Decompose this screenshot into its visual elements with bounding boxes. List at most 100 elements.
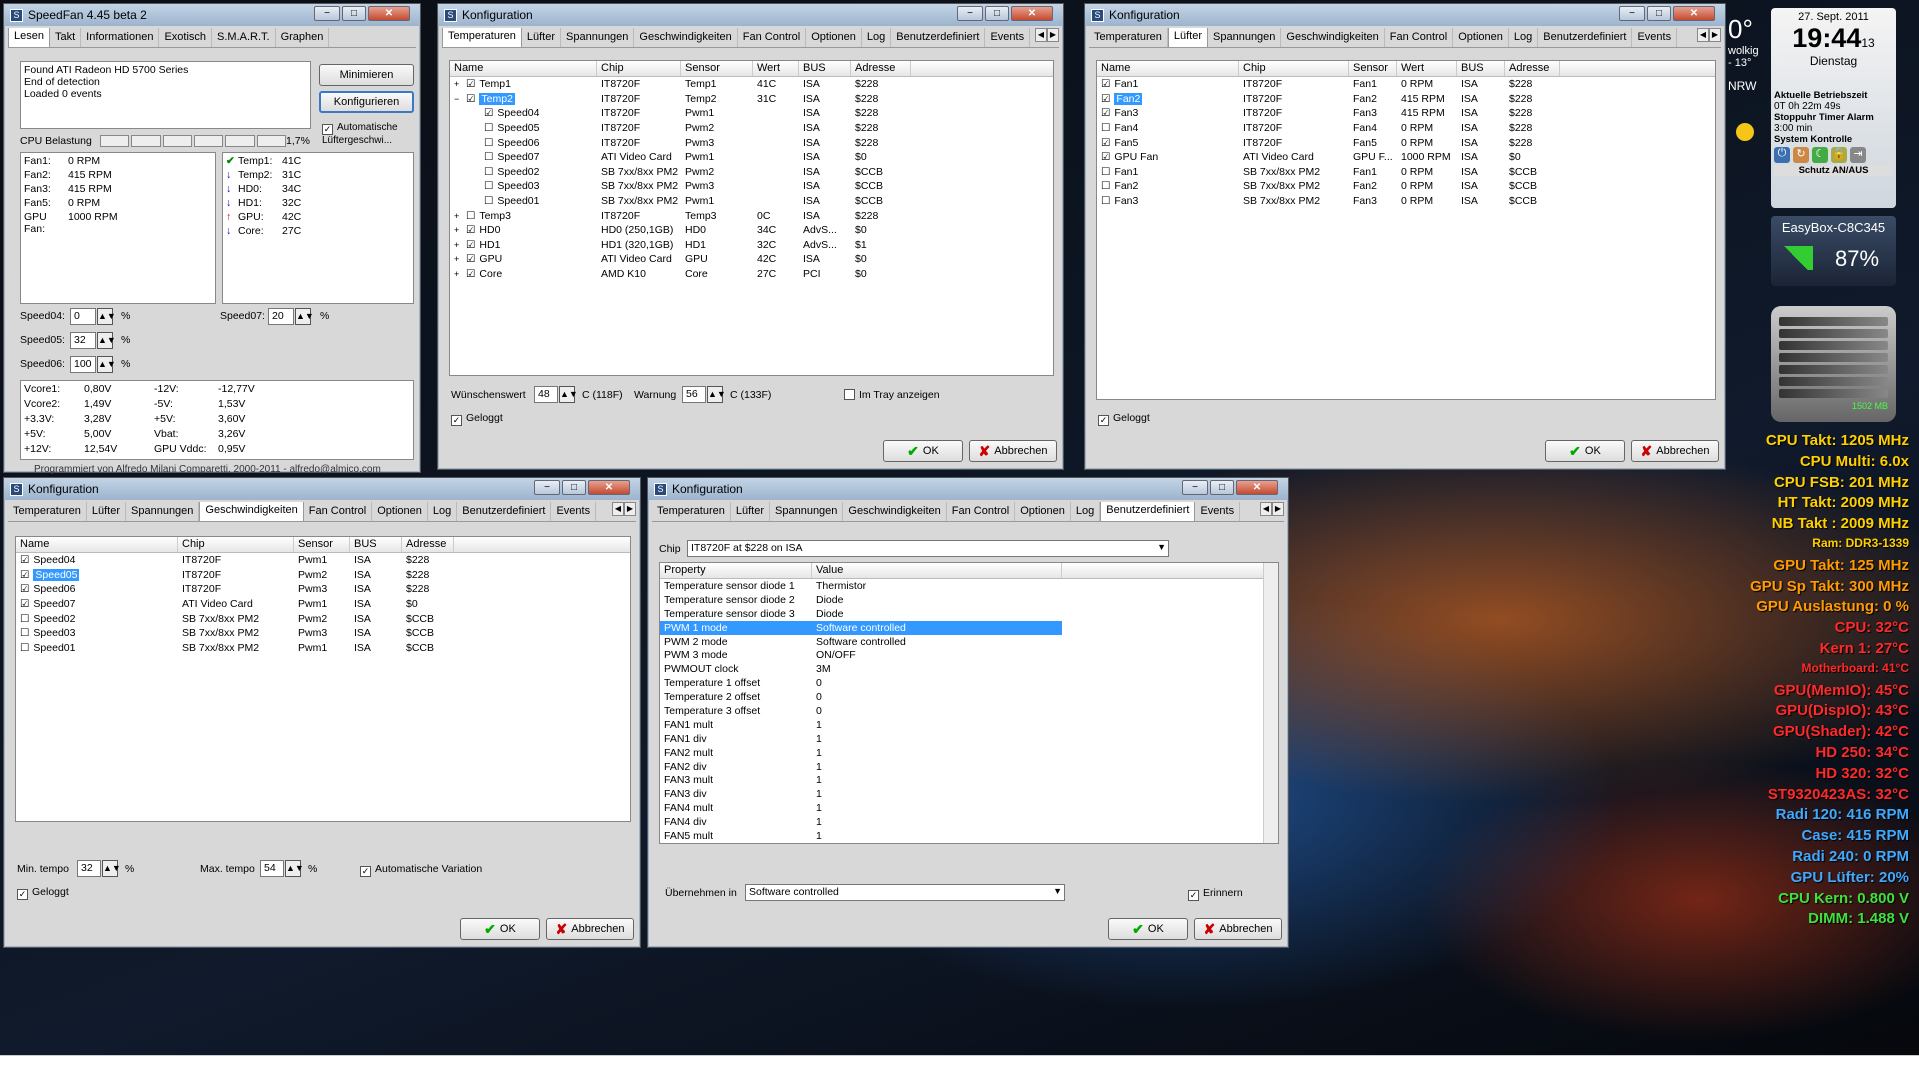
guard-toggle[interactable]: Schutz AN/AUS (1774, 165, 1893, 176)
tab-right-icon[interactable]: ▶ (1709, 28, 1721, 42)
sleep-icon[interactable]: ☾ (1812, 147, 1828, 163)
expand-icon[interactable]: + (454, 240, 466, 250)
maximize-button[interactable]: □ (1210, 480, 1234, 495)
chevron-down-icon[interactable]: ▼ (1157, 542, 1166, 552)
table-row[interactable]: FAN5 div1 (660, 843, 1278, 844)
spin-arrows-icon[interactable]: ▲▼ (97, 308, 116, 325)
minimize-app-button[interactable]: Minimieren (319, 64, 414, 86)
checkbox-icon[interactable]: ☑ (20, 583, 29, 595)
table-row[interactable]: ☐ Speed03 SB 7xx/8xx PM2 Pwm3 ISA $CCB (16, 626, 630, 641)
table-row[interactable]: ☐ Fan4 IT8720F Fan4 0 RPM ISA $228 (1097, 121, 1715, 136)
table-row[interactable]: ☐ Speed02 SB 7xx/8xx PM2 Pwm2 ISA $CCB (16, 611, 630, 626)
table-row[interactable]: FAN3 mult 1 (660, 773, 1278, 787)
desired-temp-input[interactable]: 48 ▲▼ (534, 386, 578, 403)
checkbox-icon[interactable]: ☑ (466, 268, 475, 280)
column-header[interactable]: BUS (1457, 61, 1505, 76)
tab-fancontrol[interactable]: Fan Control (738, 28, 807, 47)
column-header[interactable]: Value (812, 563, 1062, 578)
checkbox-icon[interactable]: ☐ (484, 195, 493, 207)
table-row[interactable]: ☑ Speed07 ATI Video Card Pwm1 ISA $0 (16, 597, 630, 612)
tab-takt[interactable]: Takt (50, 28, 82, 47)
tab-optionen[interactable]: Optionen (372, 502, 428, 521)
tab-right-icon[interactable]: ▶ (1272, 502, 1284, 516)
column-header[interactable]: Chip (597, 61, 681, 76)
chip-select[interactable]: IT8720F at $228 on ISA ▼ (687, 540, 1169, 557)
checkbox-icon[interactable]: ☐ (1101, 122, 1110, 134)
cancel-button[interactable]: ✘ Abbrechen (1194, 918, 1282, 940)
table-row[interactable]: + ☐ Temp3 IT8720F Temp3 0C ISA $228 (450, 208, 1053, 223)
tab-graphen[interactable]: Graphen (276, 28, 330, 47)
checkbox-icon[interactable]: ☑ (466, 253, 475, 265)
checkbox-icon[interactable]: ☐ (466, 210, 475, 222)
tab-log[interactable]: Log (1071, 502, 1101, 521)
spin-arrows-icon[interactable]: ▲▼ (102, 860, 121, 877)
spin-arrows-icon[interactable]: ▲▼ (707, 386, 726, 403)
table-row[interactable]: FAN5 mult 1 (660, 829, 1278, 843)
minimize-button[interactable]: − (957, 6, 983, 21)
column-header[interactable]: Adresse (1505, 61, 1560, 76)
tab-fancontrol[interactable]: Fan Control (1385, 28, 1454, 47)
ok-button[interactable]: ✔ OK (1108, 918, 1188, 940)
table-row[interactable]: ☑ Speed06 IT8720F Pwm3 ISA $228 (16, 582, 630, 597)
maximize-button[interactable]: □ (985, 6, 1009, 21)
checkbox-icon[interactable]: ☐ (484, 137, 493, 149)
checkbox-icon[interactable]: ☑ (1101, 93, 1110, 105)
column-header[interactable]: Name (450, 61, 597, 76)
cancel-button[interactable]: ✘ Abbrechen (969, 440, 1057, 462)
table-row[interactable]: + ☑ HD1 HD1 (320,1GB) HD1 32C AdvS... $1 (450, 238, 1053, 253)
lock-icon[interactable]: 🔒 (1831, 147, 1847, 163)
auto-variation-checkbox[interactable]: ✓ Automatische Variation (360, 863, 482, 877)
checkbox-icon[interactable]: ☑ (466, 224, 475, 236)
column-header[interactable]: Property (660, 563, 812, 578)
tab-lüfter[interactable]: Lüfter (731, 502, 771, 521)
table-row[interactable]: ☑ Speed04 IT8720F Pwm1 ISA $228 (16, 553, 630, 568)
maximize-button[interactable]: □ (562, 480, 586, 495)
apply-to-select[interactable]: Software controlled ▼ (745, 884, 1065, 901)
table-row[interactable]: ☑ Fan5 IT8720F Fan5 0 RPM ISA $228 (1097, 135, 1715, 150)
checkbox-icon[interactable]: ☑ (20, 569, 29, 581)
minimize-button[interactable]: − (534, 480, 560, 495)
checkbox-icon[interactable]: ☑ (466, 239, 475, 251)
ok-button[interactable]: ✔ OK (1545, 440, 1625, 462)
tab-benutzerdefiniert[interactable]: Benutzerdefiniert (1100, 502, 1196, 521)
speed-input[interactable]: 32 ▲▼ (70, 332, 116, 349)
tab-left-icon[interactable]: ◀ (1697, 28, 1709, 42)
auto-fan-checkbox[interactable]: ✓ Automatische Lüftergeschwi... (322, 122, 418, 147)
table-row[interactable]: − ☑ Temp2 IT8720F Temp2 31C ISA $228 (450, 92, 1053, 107)
table-row[interactable]: ☐ Speed03 SB 7xx/8xx PM2 Pwm3 ISA $CCB (450, 179, 1053, 194)
table-row[interactable]: PWMOUT clock 3M (660, 662, 1278, 676)
close-button[interactable]: ✕ (368, 6, 410, 21)
column-header[interactable]: Adresse (402, 537, 454, 552)
table-row[interactable]: ☐ Speed02 SB 7xx/8xx PM2 Pwm2 ISA $CCB (450, 165, 1053, 180)
tab-spannungen[interactable]: Spannungen (1208, 28, 1282, 47)
logged-checkbox[interactable]: ✓ Geloggt (451, 412, 503, 426)
tab-left-icon[interactable]: ◀ (1260, 502, 1272, 516)
tab-left-icon[interactable]: ◀ (1035, 28, 1047, 42)
checkbox-icon[interactable]: ☑ (466, 93, 475, 105)
cancel-button[interactable]: ✘ Abbrechen (1631, 440, 1719, 462)
checkbox-icon[interactable]: ☑ (20, 554, 29, 566)
close-button[interactable]: ✕ (588, 480, 630, 495)
tab-geschwindigkeiten[interactable]: Geschwindigkeiten (843, 502, 947, 521)
table-row[interactable]: FAN4 div 1 (660, 815, 1278, 829)
table-row[interactable]: PWM 2 mode Software controlled (660, 635, 1278, 649)
tab-log[interactable]: Log (862, 28, 892, 47)
table-row[interactable]: + ☑ HD0 HD0 (250,1GB) HD0 34C AdvS... $0 (450, 223, 1053, 238)
tab-benutzerdefiniert[interactable]: Benutzerdefiniert (1538, 28, 1633, 47)
tab-spannungen[interactable]: Spannungen (561, 28, 635, 47)
table-row[interactable]: FAN4 mult 1 (660, 801, 1278, 815)
table-row[interactable]: ☑ Speed05 IT8720F Pwm2 ISA $228 (16, 568, 630, 583)
tab-benutzerdefiniert[interactable]: Benutzerdefiniert (457, 502, 552, 521)
minimize-button[interactable]: − (314, 6, 340, 21)
chevron-down-icon[interactable]: ▼ (1053, 886, 1062, 896)
checkbox-icon[interactable]: ☑ (1101, 137, 1110, 149)
table-row[interactable]: ☐ Speed01 SB 7xx/8xx PM2 Pwm1 ISA $CCB (450, 194, 1053, 209)
table-row[interactable]: ☑ Speed04 IT8720F Pwm1 ISA $228 (450, 106, 1053, 121)
show-in-tray-checkbox[interactable]: Im Tray anzeigen (844, 389, 940, 401)
speed-input[interactable]: 20 ▲▼ (268, 308, 314, 325)
tab-events[interactable]: Events (985, 28, 1031, 47)
spin-arrows-icon[interactable]: ▲▼ (97, 356, 116, 373)
table-row[interactable]: FAN2 div 1 (660, 760, 1278, 774)
logged-checkbox[interactable]: ✓ Geloggt (1098, 412, 1150, 426)
tab-right-icon[interactable]: ▶ (624, 502, 636, 516)
